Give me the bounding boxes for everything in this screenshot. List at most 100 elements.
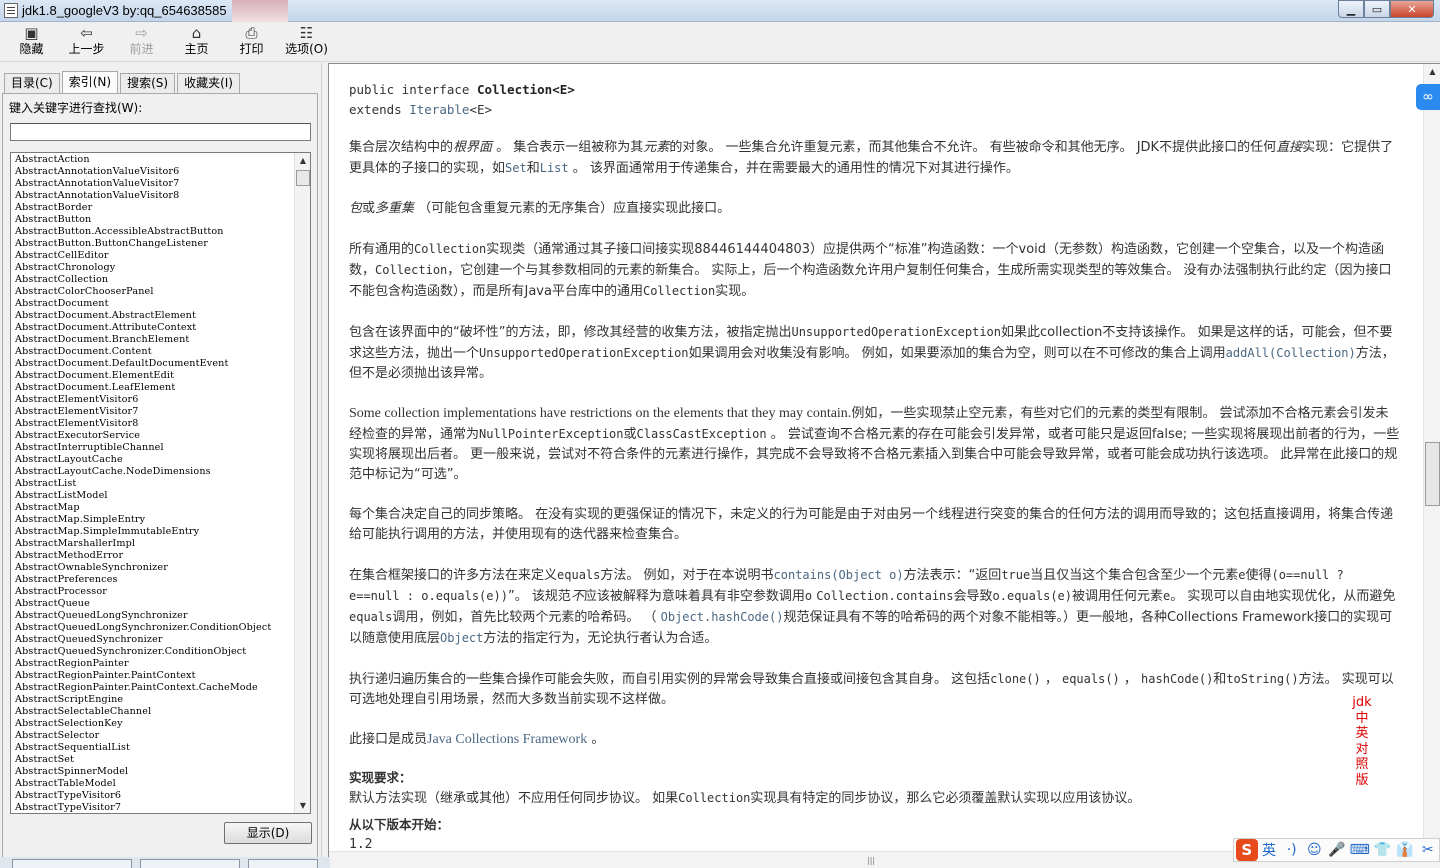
keyword-item[interactable]: AbstractTypeVisitor7	[15, 802, 310, 813]
minimize-button[interactable]: ▁	[1338, 0, 1364, 18]
keyword-input[interactable]	[10, 123, 311, 141]
keyword-item[interactable]: AbstractAnnotationValueVisitor8	[15, 190, 310, 202]
ime-voice-icon[interactable]: 🎤	[1326, 842, 1349, 858]
tab-contents[interactable]: 目录(C)	[4, 73, 60, 93]
keyword-item[interactable]: AbstractBorder	[15, 202, 310, 214]
tab-index[interactable]: 索引(N)	[61, 71, 119, 93]
options-button[interactable]: ☷ 选项(O)	[279, 22, 334, 62]
keyword-item[interactable]: AbstractDocument.BranchElement	[15, 334, 310, 346]
keyword-item[interactable]: AbstractMethodError	[15, 550, 310, 562]
keyword-item[interactable]: AbstractTypeVisitor6	[15, 790, 310, 802]
keyword-item[interactable]: AbstractElementVisitor8	[15, 418, 310, 430]
keyword-item[interactable]: AbstractElementVisitor7	[15, 406, 310, 418]
keyword-item[interactable]: AbstractCellEditor	[15, 250, 310, 262]
keyword-item[interactable]: AbstractInterruptibleChannel	[15, 442, 310, 454]
keyword-item[interactable]: AbstractSet	[15, 754, 310, 766]
content-scroll-thumb[interactable]	[1425, 442, 1440, 506]
tab-search[interactable]: 搜索(S)	[120, 73, 176, 93]
keyword-item[interactable]: AbstractScriptEngine	[15, 694, 310, 706]
collections-framework-link[interactable]: Java Collections Framework	[427, 732, 587, 747]
ime-scissors-icon[interactable]: ✂	[1416, 842, 1439, 858]
addall-link[interactable]: addAll(Collection)	[1226, 346, 1356, 360]
sogou-logo-icon[interactable]: S	[1236, 839, 1258, 861]
keyword-item[interactable]: AbstractQueuedLongSynchronizer	[15, 610, 310, 622]
keyword-item[interactable]: AbstractChronology	[15, 262, 310, 274]
keyword-item[interactable]: AbstractMap.SimpleImmutableEntry	[15, 526, 310, 538]
back-button[interactable]: ⇦ 上一步	[59, 22, 114, 62]
keyword-item[interactable]: AbstractMap.SimpleEntry	[15, 514, 310, 526]
maximize-button[interactable]: ▭	[1364, 0, 1390, 18]
keyword-item[interactable]: AbstractSelectionKey	[15, 718, 310, 730]
keyword-list[interactable]: AbstractAction AbstractAnnotationValueVis…	[10, 152, 311, 814]
scroll-up-icon[interactable]: ▲	[295, 153, 310, 168]
keyword-item[interactable]: AbstractQueue	[15, 598, 310, 610]
tab-favorites[interactable]: 收藏夹(I)	[177, 73, 240, 93]
keyword-item[interactable]: AbstractAnnotationValueVisitor7	[15, 178, 310, 190]
keyword-item[interactable]: AbstractButton.AccessibleAbstractButton	[15, 226, 310, 238]
keyword-item[interactable]: AbstractTableModel	[15, 778, 310, 790]
ime-skin-icon[interactable]: 👕	[1371, 842, 1394, 858]
keyword-item[interactable]: AbstractCollection	[15, 274, 310, 286]
home-button[interactable]: ⌂ 主页	[169, 22, 224, 62]
keyword-item[interactable]: AbstractRegionPainter	[15, 658, 310, 670]
keyword-item[interactable]: AbstractSelectableChannel	[15, 706, 310, 718]
keyword-item[interactable]: AbstractQueuedSynchronizer.ConditionObje…	[15, 646, 310, 658]
ime-punctuation-icon[interactable]: ·)	[1280, 842, 1303, 858]
keyword-item[interactable]: AbstractDocument.DefaultDocumentEvent	[15, 358, 310, 370]
keyword-item[interactable]: AbstractList	[15, 478, 310, 490]
keyword-item[interactable]: AbstractProcessor	[15, 586, 310, 598]
keyword-item[interactable]: AbstractButton	[15, 214, 310, 226]
keyword-item[interactable]: AbstractQueuedLongSynchronizer.Condition…	[15, 622, 310, 634]
keyword-item[interactable]: AbstractListModel	[15, 490, 310, 502]
list-link[interactable]: List	[540, 161, 569, 175]
show-button[interactable]: 显示(D)	[224, 822, 312, 844]
keyword-item[interactable]: AbstractDocument.Content	[15, 346, 310, 358]
keyword-item[interactable]: AbstractQueuedSynchronizer	[15, 634, 310, 646]
keyword-item[interactable]: AbstractRegionPainter.PaintContext.Cache…	[15, 682, 310, 694]
contains-link[interactable]: contains(Object o)	[774, 568, 904, 582]
taskbar-button[interactable]	[140, 859, 240, 868]
scroll-up-icon[interactable]: ▲	[1424, 64, 1440, 80]
cloud-sync-icon[interactable]: ∞	[1416, 84, 1440, 110]
hide-button[interactable]: ▣ 隐藏	[4, 22, 59, 62]
keyword-item[interactable]: AbstractDocument.ElementEdit	[15, 370, 310, 382]
keyword-item[interactable]: AbstractButton.ButtonChangeListener	[15, 238, 310, 250]
object-link[interactable]: Object	[440, 631, 483, 645]
keyword-item[interactable]: AbstractSpinnerModel	[15, 766, 310, 778]
set-link[interactable]: Set	[505, 161, 527, 175]
scroll-down-icon[interactable]: ▼	[295, 798, 310, 813]
keyword-item[interactable]: AbstractDocument.AbstractElement	[15, 310, 310, 322]
ime-language-toggle[interactable]: 英	[1258, 840, 1281, 860]
keyword-item[interactable]: AbstractDocument.AttributeContext	[15, 322, 310, 334]
keyword-item[interactable]: AbstractColorChooserPanel	[15, 286, 310, 298]
scroll-thumb[interactable]	[296, 170, 310, 186]
keyword-item[interactable]: AbstractMap	[15, 502, 310, 514]
ime-emoji-icon[interactable]: ☺	[1303, 842, 1326, 858]
taskbar-button[interactable]	[12, 859, 132, 868]
keyword-list-scrollbar[interactable]: ▲ ▼	[294, 153, 310, 813]
keyword-item[interactable]: AbstractLayoutCache.NodeDimensions	[15, 466, 310, 478]
keyword-item[interactable]: AbstractExecutorService	[15, 430, 310, 442]
keyword-item[interactable]: AbstractPreferences	[15, 574, 310, 586]
keyword-item[interactable]: AbstractAction	[15, 154, 310, 166]
keyword-item[interactable]: AbstractSelector	[15, 730, 310, 742]
keyword-item[interactable]: AbstractOwnableSynchronizer	[15, 562, 310, 574]
keyword-item[interactable]: AbstractDocument	[15, 298, 310, 310]
keyword-item[interactable]: AbstractSequentialList	[15, 742, 310, 754]
close-button[interactable]: ✕	[1390, 0, 1434, 18]
keyword-item[interactable]: AbstractDocument.LeafElement	[15, 382, 310, 394]
ime-keyboard-icon[interactable]: ⌨	[1348, 842, 1371, 858]
taskbar-button[interactable]	[248, 859, 318, 868]
keyword-item[interactable]: AbstractRegionPainter.PaintContext	[15, 670, 310, 682]
ime-toolbox-icon[interactable]: 👔	[1394, 842, 1417, 858]
hashcode-link[interactable]: Object.hashCode()	[661, 610, 784, 624]
keyword-item[interactable]: AbstractMarshallerImpl	[15, 538, 310, 550]
keyword-item[interactable]: AbstractElementVisitor6	[15, 394, 310, 406]
keyword-item[interactable]: AbstractLayoutCache	[15, 454, 310, 466]
pane-splitter[interactable]	[321, 63, 327, 868]
print-button[interactable]: ⎙ 打印	[224, 22, 279, 62]
forward-button[interactable]: ⇨ 前进	[114, 22, 169, 62]
keyword-item[interactable]: AbstractAnnotationValueVisitor6	[15, 166, 310, 178]
content-vertical-scrollbar[interactable]: ▲ ▼	[1423, 64, 1440, 852]
sig-iterable-link[interactable]: Iterable	[409, 102, 469, 117]
